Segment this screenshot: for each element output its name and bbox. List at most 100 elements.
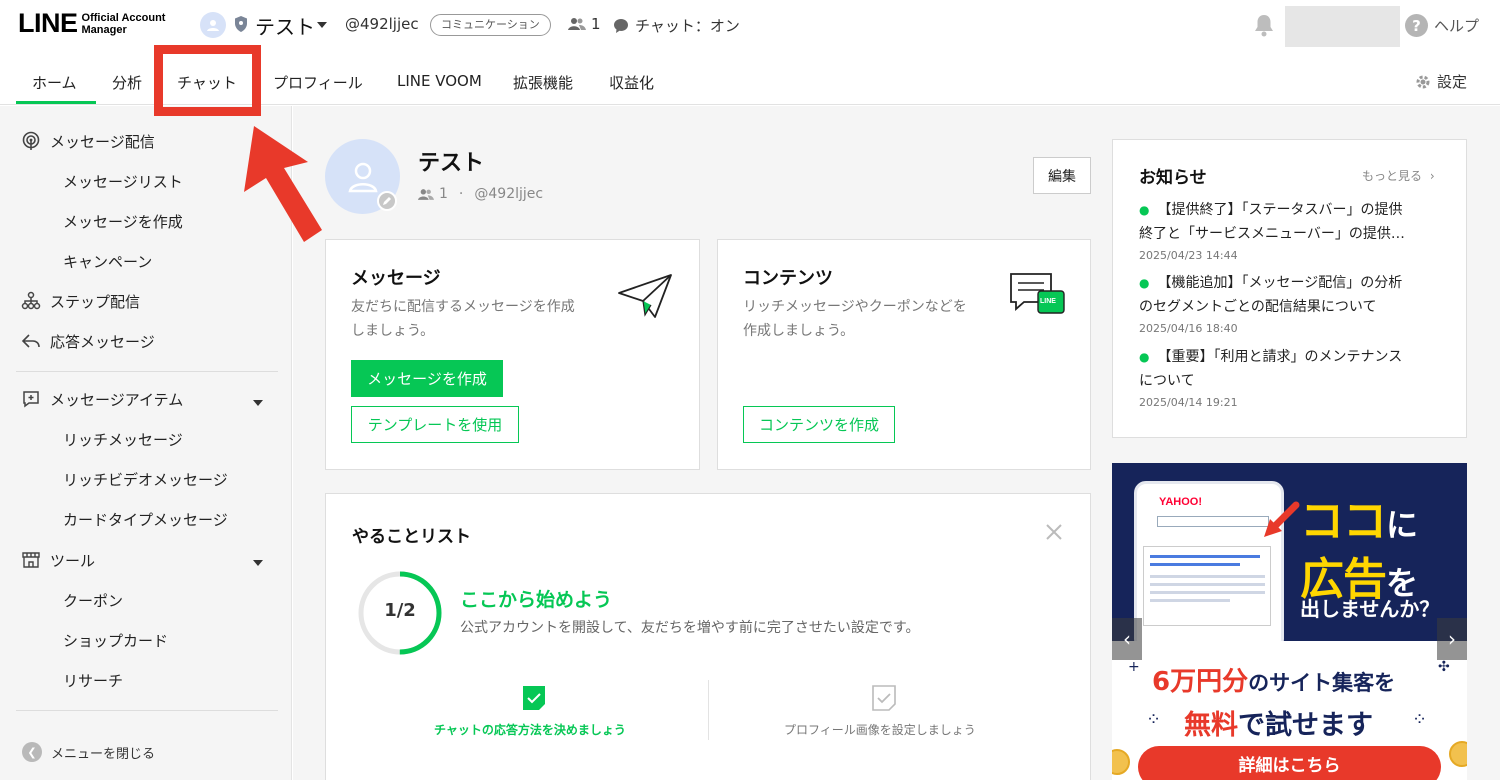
tab-monetization[interactable]: 収益化 bbox=[609, 72, 654, 93]
create-content-button[interactable]: コンテンツを作成 bbox=[743, 406, 895, 443]
close-icon[interactable] bbox=[1044, 522, 1064, 542]
ad-headline-1: ココに bbox=[1300, 485, 1418, 549]
shop-icon bbox=[20, 549, 42, 571]
sidebar-item-label: ツール bbox=[50, 551, 96, 570]
sidebar-item-rich-message[interactable]: リッチメッセージ bbox=[63, 429, 183, 450]
phone-result-line bbox=[1150, 583, 1265, 586]
account-avatar[interactable] bbox=[200, 12, 226, 38]
news-item-text: 【提供終了】「ステータスバー」の提供 bbox=[1157, 202, 1403, 218]
account-name[interactable]: テスト bbox=[255, 11, 315, 40]
news-more-link[interactable]: もっと見る › bbox=[1362, 167, 1435, 184]
ad-banner[interactable]: YAHOO! ココに 広告を 出しませんか？ + ✣ ⁘ ⁘ 6万円分のサイト集… bbox=[1112, 463, 1467, 780]
sidebar-item-label: 応答メッセージ bbox=[50, 332, 155, 351]
user-icon bbox=[207, 20, 219, 31]
chevron-down-icon[interactable] bbox=[253, 560, 263, 566]
chevron-down-icon[interactable] bbox=[253, 400, 263, 406]
sidebar-item-message-items[interactable]: メッセージアイテム bbox=[20, 388, 183, 410]
sidebar-item-card-message[interactable]: カードタイプメッセージ bbox=[63, 509, 228, 530]
sidebar-item-message-list[interactable]: メッセージリスト bbox=[63, 171, 183, 192]
phone-result-line bbox=[1150, 575, 1265, 578]
tab-extensions[interactable]: 拡張機能 bbox=[513, 72, 573, 93]
ad-ni-text: に bbox=[1386, 506, 1418, 544]
tab-home[interactable]: ホーム bbox=[32, 72, 77, 93]
todo-title: やることリスト bbox=[352, 527, 471, 547]
phone-result-line bbox=[1150, 563, 1240, 566]
todo-step-profile-image[interactable]: プロフィール画像を設定しましょう bbox=[784, 721, 976, 738]
phone-search-box bbox=[1157, 516, 1269, 527]
collapse-menu-button[interactable]: ❮ メニューを閉じる bbox=[22, 742, 155, 762]
friend-count-value: 1 bbox=[591, 15, 601, 33]
ad-site-text: サイト集客を bbox=[1269, 671, 1396, 695]
sidebar-item-label: メッセージ配信 bbox=[50, 132, 155, 151]
collapse-menu-label: メニューを閉じる bbox=[51, 746, 156, 762]
step-icon bbox=[20, 290, 42, 312]
ad-details-button[interactable]: 詳細はこちら bbox=[1138, 746, 1441, 780]
sidebar-item-research[interactable]: リサーチ bbox=[63, 670, 123, 691]
news-item-text: 【重要】「利用と請求」のメンテナンス bbox=[1157, 349, 1403, 365]
tab-line-voom[interactable]: LINE VOOM bbox=[397, 72, 482, 90]
news-more-label: もっと見る bbox=[1362, 169, 1423, 183]
sidebar-item-coupon[interactable]: クーポン bbox=[63, 590, 123, 611]
logo-text: LINE bbox=[18, 8, 78, 38]
sidebar-item-rich-video-message[interactable]: リッチビデオメッセージ bbox=[63, 469, 228, 490]
account-id: @492ljjec bbox=[345, 15, 419, 33]
todo-step-chat-reply[interactable]: チャットの応答方法を決めましょう bbox=[434, 721, 626, 738]
carousel-prev-button[interactable]: ‹ bbox=[1112, 618, 1142, 660]
people-icon bbox=[568, 18, 586, 30]
progress-text: 1/2 bbox=[384, 600, 416, 621]
tab-profile[interactable]: プロフィール bbox=[273, 72, 363, 93]
sidebar-divider bbox=[16, 371, 278, 372]
settings-label: 設定 bbox=[1437, 73, 1468, 91]
step-divider bbox=[708, 680, 709, 740]
edit-profile-button[interactable]: 編集 bbox=[1033, 157, 1091, 194]
news-date: 2025/04/14 19:21 bbox=[1139, 396, 1238, 409]
help-link[interactable]: ? ヘルプ bbox=[1405, 14, 1479, 37]
message-card-desc: 友だちに配信するメッセージを作成 しましょう。 bbox=[351, 295, 575, 343]
sidebar-item-label: ステップ配信 bbox=[50, 292, 141, 311]
sidebar-item-shop-card[interactable]: ショップカード bbox=[63, 630, 168, 651]
sidebar-item-create-message[interactable]: メッセージを作成 bbox=[63, 211, 183, 232]
content-card-desc: リッチメッセージやクーポンなどを 作成しましょう。 bbox=[743, 295, 967, 343]
question-icon: ? bbox=[1405, 14, 1428, 37]
create-message-button[interactable]: メッセージを作成 bbox=[351, 360, 503, 397]
bell-icon[interactable] bbox=[1253, 13, 1275, 37]
ad-free-text: 無料 bbox=[1184, 710, 1238, 741]
sidebar-item-tools[interactable]: ツール bbox=[20, 549, 95, 571]
use-template-button[interactable]: テンプレートを使用 bbox=[351, 406, 519, 443]
ad-offer-line: 6万円分のサイト集客を bbox=[1152, 661, 1395, 698]
settings-link[interactable]: 設定 bbox=[1415, 71, 1467, 92]
bullet-icon: ● bbox=[1139, 350, 1150, 364]
sidebar-item-step[interactable]: ステップ配信 bbox=[20, 290, 140, 312]
sparkle-icon: ⁘ bbox=[1412, 709, 1428, 730]
content-card-desc-line: 作成しましょう。 bbox=[743, 323, 855, 339]
active-tab-indicator bbox=[16, 101, 96, 104]
news-item[interactable]: ● 【重要】「利用と請求」のメンテナンスについて bbox=[1139, 345, 1439, 393]
chevron-down-icon[interactable] bbox=[317, 22, 327, 28]
sidebar-item-label: メッセージアイテム bbox=[50, 390, 184, 409]
message-card-desc-line: しましょう。 bbox=[351, 323, 435, 339]
line-badge-text: LINE bbox=[1040, 298, 1056, 305]
todo-subtitle: 公式アカウントを開設して、友だちを増やす前に完了させたい設定です。 bbox=[460, 620, 920, 636]
news-item-text: について bbox=[1139, 373, 1195, 389]
sidebar-item-auto-reply[interactable]: 応答メッセージ bbox=[20, 330, 155, 352]
chat-status[interactable]: チャット：オン bbox=[613, 15, 740, 36]
carousel-next-button[interactable]: › bbox=[1437, 618, 1467, 660]
logo-subtext: Official Account Manager bbox=[82, 12, 166, 36]
checked-document-icon bbox=[523, 686, 545, 710]
chevron-right-icon: › bbox=[1448, 627, 1456, 651]
chat-status-label: チャット：オン bbox=[635, 17, 740, 35]
sidebar-item-campaign[interactable]: キャンペーン bbox=[63, 251, 152, 272]
tab-analytics[interactable]: 分析 bbox=[112, 72, 142, 93]
sidebar-item-broadcast[interactable]: メッセージ配信 bbox=[20, 130, 155, 152]
phone-search-result bbox=[1143, 546, 1271, 626]
news-item[interactable]: ● 【機能追加】「メッセージ配信」の分析 のセグメントごとの配信結果について bbox=[1139, 271, 1439, 319]
chevron-right-icon: › bbox=[1429, 169, 1435, 183]
red-arrow-annotation bbox=[244, 126, 322, 242]
ad-headline-3: 出しませんか？ bbox=[1300, 597, 1440, 621]
user-menu-placeholder[interactable] bbox=[1285, 6, 1400, 47]
news-item-text: 【機能追加】「メッセージ配信」の分析 bbox=[1157, 275, 1403, 291]
line-logo[interactable]: LINE Official Account Manager bbox=[18, 10, 165, 37]
people-icon bbox=[418, 188, 434, 200]
pencil-icon[interactable] bbox=[377, 191, 397, 211]
news-item[interactable]: ● 【提供終了】「ステータスバー」の提供 終了と「サービスメニューバー」の提供… bbox=[1139, 198, 1439, 246]
